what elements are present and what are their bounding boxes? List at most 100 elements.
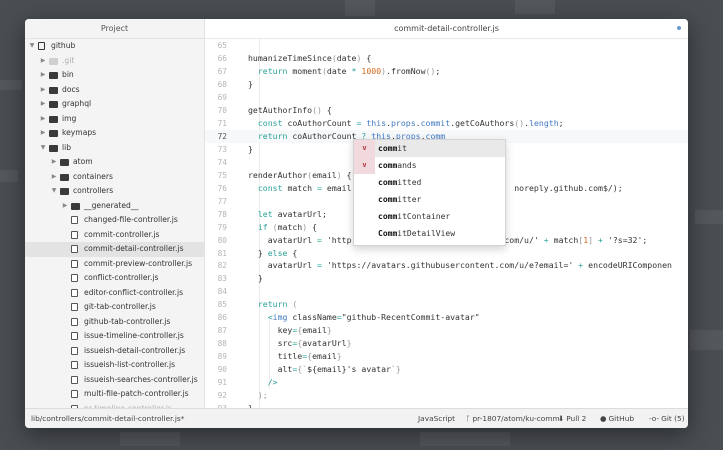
tree-item-folder[interactable]: ▶ atom [25, 155, 204, 170]
github-button[interactable]: ● GitHub [600, 409, 634, 428]
code-line[interactable]: 90 alt={`${email}'s avatar`} [205, 363, 688, 376]
tree-item-file[interactable]: editor-conflict-controller.js [25, 286, 204, 301]
suggestion-match: comm [378, 144, 398, 153]
code-token: 'https://avatars.githubusercontent.com/u… [321, 260, 579, 271]
line-number: 74 [217, 157, 227, 167]
code-text: /> [248, 376, 278, 389]
chevron-right-icon[interactable]: ▶ [39, 54, 47, 69]
code-line[interactable]: 86 <img className="github-RecentCommit-a… [205, 311, 688, 324]
tree-item-file[interactable]: multi-file-patch-controller.js [25, 387, 204, 402]
chevron-right-icon[interactable]: ▶ [39, 68, 47, 83]
line-number: 89 [217, 352, 227, 362]
tree-item-folder[interactable]: ▶ keymaps [25, 126, 204, 141]
file-path[interactable]: lib/controllers/commit-detail-controller… [31, 409, 184, 428]
code-token: this [366, 117, 387, 128]
autocomplete-item[interactable]: committer [354, 191, 505, 208]
code-line[interactable]: 84 [205, 285, 688, 298]
code-line[interactable]: 71 const coAuthorCount = this.props.comm… [205, 117, 688, 130]
code-token: return [257, 130, 288, 141]
chevron-right-icon[interactable]: ▶ [39, 97, 47, 112]
tree-item-file[interactable]: issueish-searches-controller.js [25, 373, 204, 388]
code-text: key={email} [248, 324, 332, 337]
code-line[interactable]: 67 return moment(date * 1000).fromNow(); [205, 65, 688, 78]
line-number: 75 [217, 170, 227, 180]
line-number: 80 [217, 235, 227, 245]
code-line[interactable]: 82 avatarUrl = 'https://avatars.githubus… [205, 259, 688, 272]
chevron-right-icon[interactable]: ▶ [50, 170, 58, 185]
chevron-right-icon[interactable]: ▶ [39, 83, 47, 98]
tree-item-folder[interactable]: ▼ controllers [25, 184, 204, 199]
line-number: 79 [217, 222, 227, 232]
tree-item-file[interactable]: issue-timeline-controller.js [25, 329, 204, 344]
pull-button[interactable]: ⬇ Pull 2 [558, 409, 586, 428]
autocomplete-item[interactable]: v commands [354, 157, 505, 174]
tree-item-repo[interactable]: ▼ github [25, 39, 204, 54]
tree-item-folder[interactable]: ▶ img [25, 112, 204, 127]
tree-item-label: controllers [73, 186, 114, 195]
code-token: img [272, 312, 288, 323]
code-line[interactable]: 91 /> [205, 376, 688, 389]
autocomplete-item[interactable]: committed [354, 174, 505, 191]
chevron-right-icon[interactable]: ▶ [39, 126, 47, 141]
tree-item-file[interactable]: git-tab-controller.js [25, 300, 204, 315]
code-line[interactable]: 83 } [205, 272, 688, 285]
chevron-right-icon[interactable]: ▶ [39, 112, 47, 127]
tree-item-file[interactable]: commit-detail-controller.js [25, 242, 204, 257]
line-number: 85 [217, 300, 227, 310]
tree-item-folder[interactable]: ▶ .git [25, 54, 204, 69]
code-token: avatarUrl [248, 234, 318, 245]
tree-item-file[interactable]: commit-preview-controller.js [25, 257, 204, 272]
language-selector[interactable]: JavaScript [418, 409, 455, 428]
tree-item-folder[interactable]: ▶ docs [25, 83, 204, 98]
code-line[interactable]: 87 key={email} [205, 324, 688, 337]
code-line[interactable]: 89 title={email} [205, 350, 688, 363]
tree-item-folder[interactable]: ▶ __generated__ [25, 199, 204, 214]
tree-item-label: bin [62, 70, 74, 79]
code-token: } [248, 247, 268, 258]
code-line[interactable]: 92 ); [205, 389, 688, 402]
tree-item-file[interactable]: conflict-controller.js [25, 271, 204, 286]
chevron-right-icon[interactable]: ▶ [61, 199, 69, 214]
code-token: src [248, 338, 293, 349]
editor-tab[interactable]: commit-detail-controller.js [205, 19, 688, 39]
tree-item-file[interactable]: issueish-list-controller.js [25, 358, 204, 373]
tree-item-folder[interactable]: ▶ graphql [25, 97, 204, 112]
code-line[interactable]: 68} [205, 78, 688, 91]
tree-item-folder[interactable]: ▶ bin [25, 68, 204, 83]
tree-item-file[interactable]: commit-controller.js [25, 228, 204, 243]
code-token: date [326, 65, 352, 76]
line-number: 88 [217, 339, 227, 349]
code-token: ; [558, 117, 564, 128]
tree-item-folder[interactable]: ▶ containers [25, 170, 204, 185]
autocomplete-item[interactable]: CommitDetailView [354, 225, 505, 242]
autocomplete-item[interactable]: commitContainer [354, 208, 505, 225]
git-button[interactable]: -o- Git (5) [649, 409, 685, 428]
chevron-right-icon[interactable]: ▶ [50, 155, 58, 170]
background-block [345, 0, 375, 16]
code-line[interactable]: 65 [205, 39, 688, 52]
tree-item-file[interactable]: github-tab-controller.js [25, 315, 204, 330]
code-token: avatarUrl; [272, 208, 327, 219]
autocomplete-item[interactable]: v commit [354, 140, 505, 157]
chevron-down-icon[interactable]: ▼ [39, 141, 47, 156]
tree-item-folder[interactable]: ▼ lib [25, 141, 204, 156]
chevron-down-icon[interactable]: ▼ [50, 184, 58, 199]
code-line[interactable]: 88 src={avatarUrl} [205, 337, 688, 350]
code-line[interactable]: 70 getAuthorInfo() { [205, 104, 688, 117]
branch-selector[interactable]: ᚴ pr-1807/atom/ku-comm [466, 409, 560, 428]
code-line[interactable]: 81 } else { [205, 247, 688, 260]
tree-item-file[interactable]: changed-file-controller.js [25, 213, 204, 228]
code-line[interactable]: 85 return ( [205, 298, 688, 311]
code-text: } [248, 78, 253, 91]
line-number: 69 [217, 92, 227, 102]
line-number: 82 [217, 261, 227, 271]
suggestion-match: comm [378, 161, 398, 170]
chevron-down-icon[interactable]: ▼ [28, 39, 36, 54]
code-line[interactable]: 69 [205, 91, 688, 104]
code-line[interactable]: 66 humanizeTimeSince(date) { [205, 52, 688, 65]
code-token: () [425, 65, 436, 76]
tree-item-file[interactable]: issueish-detail-controller.js [25, 344, 204, 359]
code-token: email [312, 351, 337, 362]
